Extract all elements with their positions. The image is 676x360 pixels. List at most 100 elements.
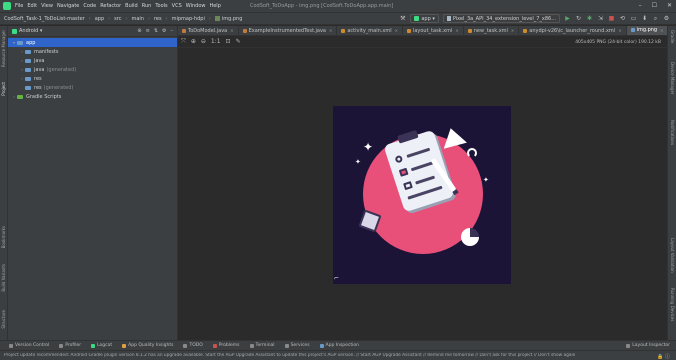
tree-item-suffix: (generated) (43, 84, 74, 91)
menu-item-navigate[interactable]: Navigate (57, 3, 79, 9)
panel-tool-icon[interactable]: – (171, 28, 174, 34)
hammer-icon[interactable]: ⚒ (399, 15, 406, 22)
tree-item-app[interactable]: ▾ app (8, 38, 177, 47)
tree-item-java[interactable]: › java (generated) (8, 65, 177, 74)
notifications-tab[interactable]: Notifications (670, 120, 675, 145)
close-tab-icon[interactable]: ✕ (660, 28, 663, 33)
device-selector[interactable]: Pixel_3a_API_34_extension_level_7_x86... (442, 14, 560, 23)
task-line (407, 185, 443, 200)
tool-tab-problems[interactable]: Problems (212, 343, 240, 348)
sync-icon[interactable]: ⟲ (619, 15, 626, 22)
breadcrumb-item[interactable]: src (114, 16, 121, 22)
tool-tab-todo[interactable]: TODO (183, 343, 203, 348)
menu-item-view[interactable]: View (41, 3, 53, 9)
project-tab[interactable]: Project (1, 82, 6, 96)
run-icon[interactable]: ▶ (564, 15, 571, 22)
close-tab-icon[interactable]: ✕ (455, 28, 458, 33)
sdk-manager-icon[interactable]: ⬇ (641, 15, 648, 22)
debug-icon[interactable]: ✱ (586, 15, 593, 22)
status-message[interactable]: Project update recommended: Android Grad… (4, 353, 575, 358)
tool-tab-app-quality-insights[interactable]: App Quality Insights (122, 343, 173, 348)
tree-item-res[interactable]: › res (8, 74, 177, 83)
project-panel: Android ▾ ⊕ ≡ ⇅ ⚙ – ▾ app › manifests › java › java… (8, 26, 178, 340)
menu-item-vcs[interactable]: VCS (172, 3, 182, 9)
folder-icon (25, 49, 31, 54)
breadcrumb-item[interactable]: app (95, 16, 104, 22)
tool-tab-label: TODO (189, 343, 203, 348)
menu-item-build[interactable]: Build (125, 3, 138, 9)
actual-size-icon[interactable]: 1:1 (211, 38, 221, 45)
tool-tab-version-control[interactable]: Version Control (9, 343, 49, 348)
breadcrumb-item[interactable]: CodSoft_Task-1_ToDoList-master (4, 16, 85, 22)
settings-icon[interactable]: ⚙ (663, 15, 670, 22)
rerun-icon[interactable]: ↻ (575, 15, 582, 22)
gradle-tab[interactable]: Gradle (670, 30, 675, 43)
panel-tool-icon[interactable]: ≡ (146, 28, 150, 34)
structure-tab[interactable]: Structure (1, 310, 6, 329)
minimize-button[interactable]: – (639, 2, 642, 9)
close-tab-icon[interactable]: ✕ (511, 28, 514, 33)
resource-manager-tab[interactable]: Resource Manager (1, 30, 6, 67)
tree-item-manifests[interactable]: › manifests (8, 47, 177, 56)
layout-validation-tab[interactable]: Layout Validation (670, 238, 675, 273)
attach-debugger-icon[interactable]: ⇲ (597, 15, 604, 22)
panel-tool-icon[interactable]: ⚙ (162, 28, 166, 34)
running-devices-tab[interactable]: Running Devices (670, 288, 675, 321)
close-tab-icon[interactable]: ✕ (230, 28, 233, 33)
menu-item-refactor[interactable]: Refactor (100, 3, 121, 9)
editor-tab[interactable]: ExampleInstrumentedTest.java ✕ (239, 26, 338, 35)
build-variants-tab[interactable]: Build Variants (1, 264, 6, 292)
editor-tab[interactable]: img.png ✕ (626, 26, 667, 35)
editor-tab[interactable]: layout_task.xml ✕ (403, 26, 464, 35)
close-tab-icon[interactable]: ✕ (618, 28, 621, 33)
menu-item-help[interactable]: Help (209, 3, 220, 9)
menu-item-window[interactable]: Window (186, 3, 206, 9)
menu-item-edit[interactable]: Edit (27, 3, 37, 9)
tool-tab-terminal[interactable]: Terminal (249, 343, 275, 348)
tool-tab-logcat[interactable]: Logcat (91, 343, 112, 348)
editor-tab[interactable]: ToDoModel.java ✕ (178, 26, 239, 35)
color-picker-icon[interactable]: ✎ (236, 38, 241, 45)
tool-tab-profiler[interactable]: Profiler (59, 343, 81, 348)
breadcrumb-item[interactable]: img.png (222, 16, 243, 22)
close-button[interactable]: ✕ (667, 2, 672, 9)
search-icon[interactable]: ⌕ (652, 15, 659, 22)
breadcrumb-item[interactable]: mipmap-hdpi (172, 16, 205, 22)
editor-tab[interactable]: activity_main.xml ✕ (337, 26, 403, 35)
tool-icon (91, 343, 96, 348)
breadcrumb-item[interactable]: main (131, 16, 144, 22)
breadcrumb-item[interactable]: res (154, 16, 162, 22)
maximize-button[interactable]: ☐ (652, 2, 657, 9)
tree-item-label: res (34, 84, 42, 91)
layout-inspector-icon (626, 343, 631, 348)
tool-tab-app-inspection[interactable]: App Inspection (319, 343, 359, 348)
close-tab-icon[interactable]: ✕ (395, 28, 398, 33)
layout-inspector-tab[interactable]: Layout Inspector (626, 343, 670, 348)
tree-item-gradle-scripts[interactable]: › Gradle Scripts (8, 92, 177, 101)
menu-item-tools[interactable]: Tools (155, 3, 167, 9)
bottom-tool-bar: Version Control Profiler Logcat App Quality… (0, 340, 676, 350)
stop-icon[interactable]: ■ (608, 15, 615, 22)
menu-item-file[interactable]: File (15, 3, 23, 9)
tree-item-label: java (34, 57, 45, 64)
menu-item-code[interactable]: Code (83, 3, 96, 9)
fit-icon[interactable]: ⤧ (181, 38, 186, 46)
tool-tab-services[interactable]: Services (284, 343, 310, 348)
editor-tab[interactable]: anydpi-v26\ic_launcher_round.xml ✕ (519, 26, 627, 35)
panel-tool-icon[interactable]: ⊕ (137, 28, 141, 34)
status-indicators: 🔒 ⓘ (657, 354, 670, 360)
zoom-in-icon[interactable]: ⊕ (191, 38, 196, 45)
device-manager-icon[interactable]: ▭ (630, 15, 637, 22)
zoom-out-icon[interactable]: ⊖ (201, 38, 206, 45)
device-manager-tab[interactable]: Device Manager (670, 62, 675, 94)
tree-item-java[interactable]: › java (8, 56, 177, 65)
project-view-selector[interactable]: Android ▾ (19, 28, 42, 34)
bookmarks-tab[interactable]: Bookmarks (1, 226, 6, 248)
close-tab-icon[interactable]: ✕ (329, 28, 332, 33)
run-config-selector[interactable]: app ▾ (410, 14, 439, 23)
menu-item-run[interactable]: Run (142, 3, 152, 9)
tree-item-res[interactable]: res (generated) (8, 83, 177, 92)
editor-tab[interactable]: new_task.xml ✕ (464, 26, 520, 35)
grid-icon[interactable]: ⊡ (226, 38, 231, 45)
panel-tool-icon[interactable]: ⇅ (154, 28, 158, 34)
